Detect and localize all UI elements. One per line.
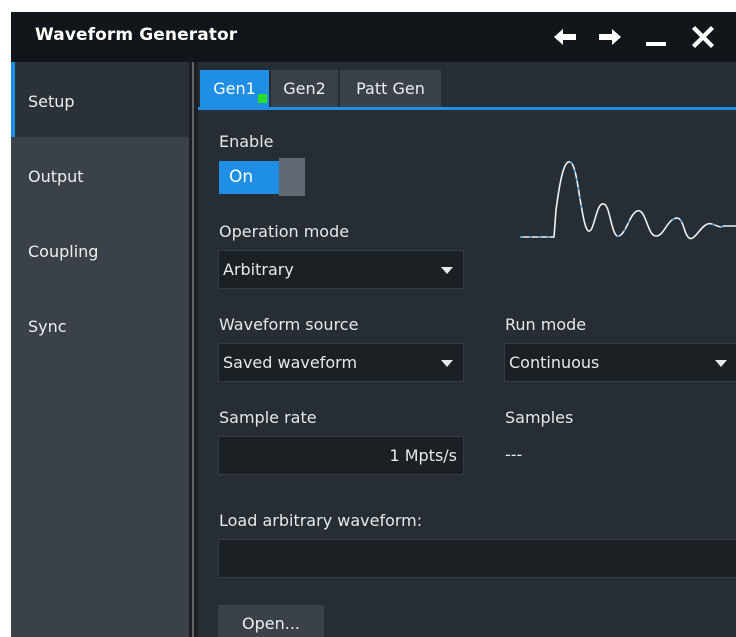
enable-label: Enable (219, 132, 274, 151)
waveform-source-label: Waveform source (219, 315, 359, 334)
toggle-state-label: On (219, 161, 279, 194)
waveform-source-value: Saved waveform (223, 353, 358, 372)
chevron-down-icon (441, 360, 453, 367)
active-indicator (11, 62, 15, 137)
panel-divider[interactable] (189, 62, 198, 637)
sidebar-item-label: Coupling (28, 242, 99, 261)
tab-label: Gen2 (283, 79, 326, 98)
active-status-indicator (258, 94, 267, 103)
open-button[interactable]: Open... (218, 605, 324, 637)
setup-panel: Gen1 Gen2 Patt Gen Enable On Operation m… (198, 62, 736, 637)
generator-tabs: Gen1 Gen2 Patt Gen (198, 62, 736, 111)
dialog-title: Waveform Generator (35, 25, 238, 45)
operation-mode-select[interactable]: Arbitrary (218, 250, 464, 289)
samples-value: --- (505, 445, 523, 464)
sidebar-item-coupling[interactable]: Coupling (11, 212, 189, 287)
close-icon[interactable] (691, 25, 717, 49)
arbitrary-waveform-preview (520, 161, 736, 240)
toggle-thumb[interactable] (279, 158, 305, 196)
sidebar-item-label: Setup (28, 92, 75, 111)
sidebar-item-sync[interactable]: Sync (11, 287, 189, 362)
enable-toggle[interactable]: On (219, 158, 307, 196)
sidebar-item-label: Sync (28, 317, 67, 336)
sample-rate-label: Sample rate (219, 408, 317, 427)
sidebar-item-setup[interactable]: Setup (11, 62, 189, 137)
arrow-right-icon[interactable] (597, 25, 623, 49)
tab-underline (198, 107, 736, 110)
load-waveform-path-field[interactable] (218, 539, 736, 578)
run-mode-label: Run mode (505, 315, 587, 334)
tab-gen2[interactable]: Gen2 (271, 70, 339, 108)
tab-label: Gen1 (213, 79, 256, 98)
waveform-generator-dialog: Waveform Generator Setup Output Coupling… (11, 12, 736, 637)
chevron-down-icon (715, 360, 727, 367)
sidebar-item-label: Output (28, 167, 84, 186)
chevron-down-icon (441, 267, 453, 274)
arrow-left-icon[interactable] (552, 25, 578, 49)
tab-label: Patt Gen (356, 79, 425, 98)
operation-mode-value: Arbitrary (223, 260, 294, 279)
run-mode-value: Continuous (509, 353, 600, 372)
operation-mode-label: Operation mode (219, 222, 350, 241)
tab-patt-gen[interactable]: Patt Gen (340, 70, 442, 108)
sample-rate-field[interactable]: 1 Mpts/s (218, 436, 464, 475)
tab-gen1[interactable]: Gen1 (200, 70, 270, 108)
load-waveform-label: Load arbitrary waveform: (219, 511, 423, 530)
title-bar: Waveform Generator (11, 12, 736, 62)
minimize-icon[interactable] (644, 25, 670, 49)
samples-label: Samples (505, 408, 574, 427)
sidebar-item-output[interactable]: Output (11, 137, 189, 212)
run-mode-select[interactable]: Continuous (504, 343, 736, 382)
waveform-source-select[interactable]: Saved waveform (218, 343, 464, 382)
sidebar: Setup Output Coupling Sync (11, 62, 189, 637)
